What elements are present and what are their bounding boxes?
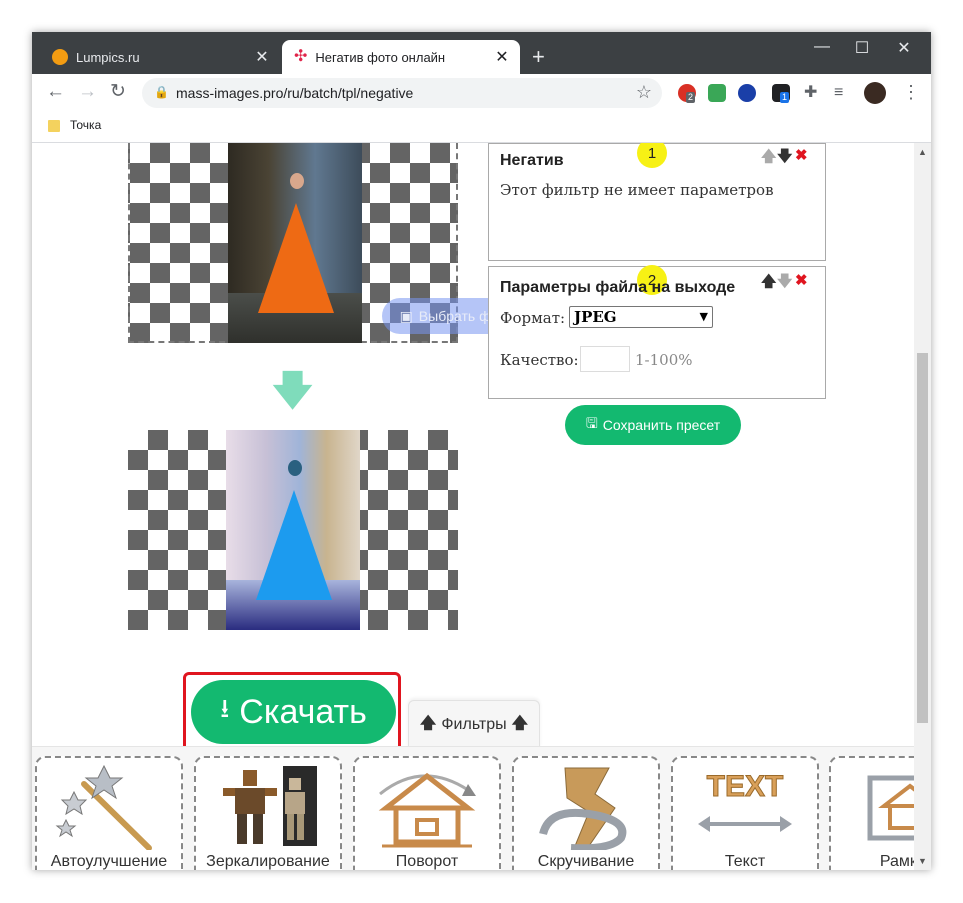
tab-close-icon[interactable]: ✕ [490, 47, 514, 67]
quality-hint: 1-100% [635, 351, 693, 369]
move-up-icon[interactable]: 🡅 [761, 146, 776, 171]
vertical-scrollbar[interactable]: ▲ ▼ [914, 143, 931, 870]
step-number-badge: 1 [637, 143, 667, 168]
frame-icon [831, 764, 914, 850]
magic-wand-icon [37, 764, 181, 850]
browser-toolbar: ← → ↻ 🔒 mass-images.pro/ru/batch/tpl/neg… [32, 74, 931, 112]
forward-arrow-icon[interactable]: → [78, 82, 97, 102]
music-extension-icon[interactable] [708, 84, 726, 102]
floppy-disk-icon: 🖫 [585, 415, 598, 431]
quality-input[interactable] [580, 346, 630, 372]
tab-close-icon[interactable]: ✕ [250, 47, 274, 67]
tab-negative[interactable]: ✣ Негатив фото онлайн ✕ [282, 40, 520, 74]
move-down-icon[interactable]: 🡇 [777, 146, 792, 171]
source-photo [228, 143, 362, 343]
mirror-figure-icon [196, 764, 340, 850]
source-image-dropzone[interactable]: ▣ Выбрать файлы [128, 143, 542, 343]
address-bar[interactable]: 🔒 mass-images.pro/ru/batch/tpl/negative … [142, 78, 662, 108]
arrow-up-icon: 🡅 [511, 714, 529, 732]
result-image-preview [128, 430, 458, 630]
maximize-button[interactable]: ☐ [842, 38, 882, 58]
arrow-down-icon: 🡇 [272, 369, 314, 413]
filters-panel: Автоулучшение Зеркалирование Поворот Скр… [32, 746, 914, 870]
filter-card-negative: Негатив 1 🡅 🡇 ✖ Этот фильтр не имеет пар… [488, 143, 826, 261]
opera-extension-icon[interactable]: 2 [678, 84, 696, 103]
filter-tile-rotate[interactable]: Поворот [353, 756, 501, 870]
filter-title: Негатив [500, 152, 564, 169]
filter-tile-autoenhance[interactable]: Автоулучшение [35, 756, 183, 870]
new-tab-button[interactable]: + [532, 46, 545, 68]
close-window-button[interactable]: ✕ [884, 38, 924, 58]
text-icon: TEXT [673, 764, 817, 850]
browser-window: Lumpics.ru ✕ ✣ Негатив фото онлайн ✕ + —… [32, 32, 931, 870]
move-down-icon[interactable]: 🡇 [777, 271, 792, 296]
chevron-down-icon: ▼ [699, 310, 708, 323]
filter-tile-text[interactable]: TEXT Текст [671, 756, 819, 870]
bookmark-star-icon[interactable]: ☆ [636, 82, 652, 103]
profile-avatar[interactable] [864, 82, 886, 104]
reading-list-icon[interactable]: ≡ [834, 83, 843, 103]
reload-icon[interactable]: ↻ [110, 82, 126, 102]
filters-tab[interactable]: 🡅 Фильтры 🡅 [408, 700, 540, 749]
page-content: ▣ Выбрать файлы 🡇 Негатив 1 🡅 🡇 ✖ Этот ф… [32, 143, 931, 870]
menu-kebab-icon[interactable]: ⋮ [902, 82, 920, 102]
rotate-house-icon [355, 764, 499, 850]
negative-photo [226, 430, 360, 630]
filter-tile-twist[interactable]: Скручивание [512, 756, 660, 870]
extensions-puzzle-icon[interactable]: ✚ [804, 83, 817, 103]
bookmarks-bar: Точка [32, 112, 931, 143]
folder-icon [48, 120, 60, 132]
remove-filter-icon[interactable]: ✖ [795, 271, 808, 289]
filter-tile-mirror[interactable]: Зеркалирование [194, 756, 342, 870]
quality-label: Качество: [500, 351, 579, 369]
tab-title: Негатив фото онлайн [315, 49, 446, 65]
scroll-up-icon[interactable]: ▲ [918, 147, 927, 157]
image-icon: ▣ [399, 307, 413, 324]
scroll-down-icon[interactable]: ▼ [918, 856, 927, 866]
lock-icon: 🔒 [154, 85, 169, 99]
scrollbar-thumb[interactable] [917, 353, 928, 723]
minimize-button[interactable]: — [802, 38, 842, 56]
globe-extension-icon[interactable] [738, 84, 756, 102]
format-select[interactable]: JPEG ▼ [569, 306, 713, 328]
title-bar: Lumpics.ru ✕ ✣ Негатив фото онлайн ✕ + —… [32, 32, 931, 74]
svg-text:TEXT: TEXT [707, 770, 784, 803]
move-up-icon[interactable]: 🡅 [761, 271, 776, 296]
save-preset-button[interactable]: 🖫 Сохранить пресет [565, 405, 741, 445]
tab-lumpics[interactable]: Lumpics.ru ✕ [40, 40, 280, 74]
bookmark-tochka[interactable]: Точка [70, 118, 101, 132]
filter-title: Параметры файла на выходе [500, 279, 736, 296]
url-text[interactable]: mass-images.pro/ru/batch/tpl/negative [176, 85, 413, 101]
red-star-favicon-icon: ✣ [294, 48, 308, 65]
box-extension-icon[interactable]: 1 [772, 84, 790, 103]
twist-icon [514, 764, 658, 850]
arrow-up-icon: 🡅 [419, 714, 437, 732]
filter-card-output: 2 Параметры файла на выходе 🡅 🡇 ✖ Формат… [488, 265, 826, 399]
filter-tile-frame[interactable]: Рамка [829, 756, 914, 870]
download-highlight-frame [183, 672, 401, 754]
filter-description: Этот фильтр не имеет параметров [500, 181, 774, 199]
back-arrow-icon[interactable]: ← [46, 82, 65, 102]
lumpics-favicon-icon [52, 49, 68, 65]
remove-filter-icon[interactable]: ✖ [795, 146, 808, 164]
format-label: Формат: [500, 309, 566, 327]
tab-title: Lumpics.ru [76, 49, 140, 65]
